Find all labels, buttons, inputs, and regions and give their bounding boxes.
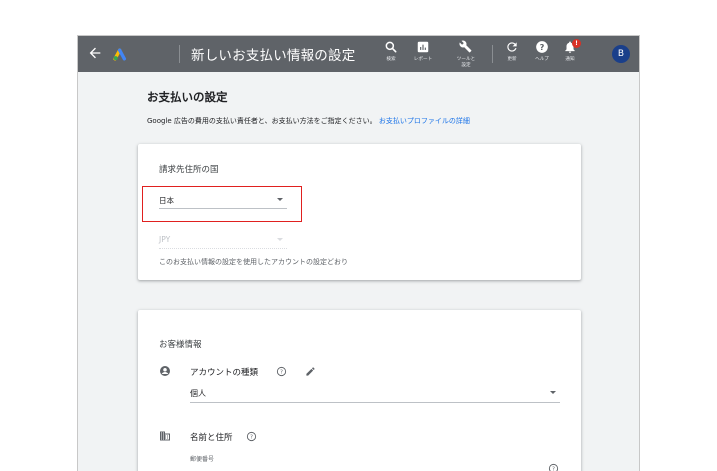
refresh-tool-label: 更新: [507, 57, 517, 62]
title-divider: [179, 45, 180, 63]
account-type-select[interactable]: 個人: [190, 388, 560, 403]
business-building-icon: [160, 431, 170, 441]
main-content: お支払いの設定 Google 広告の費用の支払い責任者と、お支払い方法をご指定く…: [78, 72, 639, 471]
back-arrow-icon[interactable]: [87, 45, 103, 61]
svg-text:?: ?: [250, 435, 253, 441]
tools-divider: [492, 45, 493, 63]
refresh-tool-button[interactable]: 更新: [497, 40, 527, 63]
tools-label-line2: 設定: [461, 63, 471, 68]
browser-window: 新しいお支払い情報の設定 検索 レポート ツールと 設定 更新 ? ヘルプ ! …: [77, 35, 640, 471]
chevron-down-icon: [277, 238, 283, 241]
search-tool-button[interactable]: 検索: [376, 40, 406, 63]
help-tool-button[interactable]: ? ヘルプ: [527, 40, 557, 63]
refresh-icon: [507, 42, 517, 52]
billing-country-card: 請求先住所の国 日本 JPY このお支払い情報の設定を使用したアカウントの設定ど…: [138, 144, 581, 280]
country-select-value: 日本: [159, 196, 174, 205]
pencil-icon[interactable]: [305, 366, 316, 377]
report-tool-label: レポート: [413, 57, 433, 62]
account-type-label: アカウントの種類: [190, 368, 259, 378]
postal-code-label: 郵便番号: [190, 456, 215, 463]
help-outline-icon[interactable]: ?: [276, 366, 287, 377]
svg-text:?: ?: [540, 42, 545, 52]
customer-info-label: お客様情報: [159, 340, 202, 350]
description-text: Google 広告の費用の支払い責任者と、お支払い方法をご指定ください。: [147, 117, 377, 125]
section-description: Google 広告の費用の支払い責任者と、お支払い方法をご指定ください。 お支払…: [147, 116, 470, 126]
help-outline-icon[interactable]: ?: [548, 463, 559, 471]
svg-text:?: ?: [552, 467, 555, 471]
account-type-value: 個人: [190, 389, 206, 398]
notifications-tool-label: 通知: [565, 57, 575, 62]
search-tool-label: 検索: [386, 57, 396, 62]
notifications-tool-button[interactable]: ! 通知: [555, 39, 585, 63]
bar-chart-icon: [417, 41, 429, 53]
currency-select: JPY: [159, 235, 287, 249]
chevron-down-icon: [277, 198, 283, 201]
report-tool-button[interactable]: レポート: [408, 40, 438, 63]
notification-badge: !: [572, 39, 581, 48]
help-circle-icon: ?: [536, 41, 548, 53]
svg-text:?: ?: [280, 370, 283, 376]
page-title-header: 新しいお支払い情報の設定: [191, 48, 356, 64]
billing-country-label: 請求先住所の国: [159, 165, 219, 175]
google-ads-logo-icon[interactable]: [113, 46, 129, 61]
account-circle-icon: [160, 366, 170, 376]
profile-details-link[interactable]: お支払いプロファイルの詳細: [379, 117, 470, 125]
country-select[interactable]: 日本: [159, 195, 287, 209]
account-avatar[interactable]: B: [612, 45, 630, 63]
currency-select-value: JPY: [159, 235, 171, 244]
help-tool-label: ヘルプ: [535, 57, 549, 62]
wrench-icon: [459, 40, 472, 53]
customer-info-card: お客様情報 アカウントの種類 ? 個人 名前と住所 ? 郵便番号 ?: [138, 310, 581, 471]
search-icon: [385, 41, 397, 53]
section-title: お支払いの設定: [147, 90, 228, 104]
chevron-down-icon: [550, 391, 556, 394]
help-outline-icon[interactable]: ?: [246, 431, 257, 442]
top-app-bar: 新しいお支払い情報の設定 検索 レポート ツールと 設定 更新 ? ヘルプ ! …: [78, 36, 639, 72]
tools-settings-button[interactable]: ツールと 設定: [451, 40, 481, 69]
currency-hint: このお支払い情報の設定を使用したアカウントの設定どおり: [159, 258, 348, 266]
name-address-label: 名前と住所: [190, 433, 233, 443]
